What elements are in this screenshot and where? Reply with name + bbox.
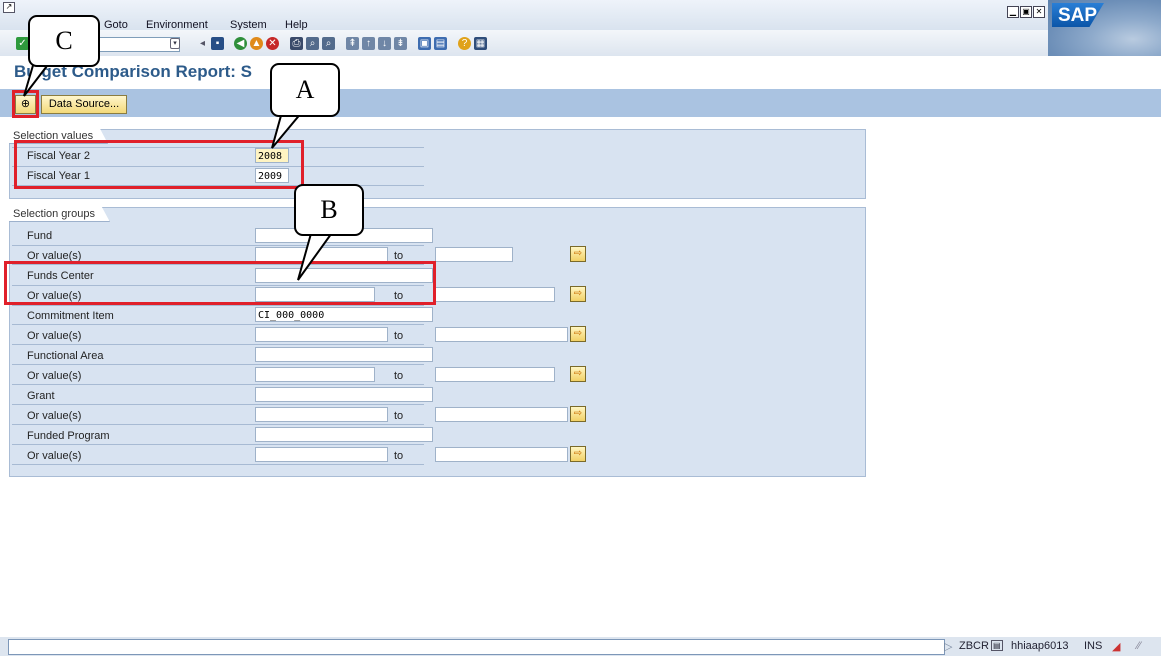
status-expand-icon[interactable]: ▷: [944, 640, 952, 653]
commitment-item-multiple-selection-icon[interactable]: ⇨: [570, 326, 586, 342]
functional-area-or-values-label: Or value(s): [27, 370, 82, 382]
maximize-icon[interactable]: ▣: [1020, 6, 1032, 18]
row-divider: [12, 464, 424, 465]
row-divider: [12, 384, 424, 385]
row-divider: [12, 344, 424, 345]
row-divider: [12, 245, 424, 246]
callout-a: A: [270, 63, 340, 117]
close-icon[interactable]: ✕: [1033, 6, 1045, 18]
commitment-item-to-label: to: [394, 330, 404, 342]
commitment-item-to-input[interactable]: [435, 327, 568, 342]
execute-highlight-box: [12, 90, 39, 118]
new-session-icon[interactable]: ▣: [418, 37, 431, 50]
grant-to-label: to: [394, 410, 404, 422]
status-mode: INS: [1084, 640, 1103, 652]
fund-multiple-selection-icon[interactable]: ⇨: [570, 246, 586, 262]
funded-program-from-input[interactable]: [255, 447, 388, 462]
back-icon[interactable]: ◀: [234, 37, 247, 50]
grant-or-values-label: Or value(s): [27, 410, 82, 422]
row-divider: [12, 444, 424, 445]
funds-center-multiple-selection-icon[interactable]: ⇨: [570, 286, 586, 302]
first-page-icon[interactable]: ⇞: [346, 37, 359, 50]
find-next-icon[interactable]: ⌕: [322, 37, 335, 50]
funded-program-to-input[interactable]: [435, 447, 568, 462]
functional-area-to-input[interactable]: [435, 367, 555, 382]
commitment-item-label: Commitment Item: [27, 310, 114, 322]
grant-input[interactable]: [255, 387, 433, 402]
window-menu-icon[interactable]: ↗: [3, 2, 15, 13]
previous-page-icon[interactable]: ↑: [362, 37, 375, 50]
next-page-icon[interactable]: ↓: [378, 37, 391, 50]
fund-to-input[interactable]: [435, 247, 513, 262]
print-icon[interactable]: ⎙: [290, 37, 303, 50]
minimize-icon[interactable]: ▁: [1007, 6, 1019, 18]
grant-label: Grant: [27, 390, 55, 402]
exit-icon[interactable]: ▲: [250, 37, 263, 50]
fiscal-year-highlight-box: [14, 140, 304, 189]
grant-multiple-selection-icon[interactable]: ⇨: [570, 406, 586, 422]
funds-center-highlight-box: [4, 261, 436, 305]
row-divider: [12, 404, 424, 405]
cancel-icon[interactable]: ✕: [266, 37, 279, 50]
command-history-icon[interactable]: ▾: [170, 38, 180, 49]
collapse-icon[interactable]: ◂: [196, 37, 209, 50]
sap-logo-text: SAP: [1058, 5, 1098, 26]
row-divider: [12, 324, 424, 325]
funded-program-multiple-selection-icon[interactable]: ⇨: [570, 446, 586, 462]
save-icon[interactable]: ▪: [211, 37, 224, 50]
funds-center-to-input[interactable]: [435, 287, 555, 302]
help-icon[interactable]: ?: [458, 37, 471, 50]
status-transaction: ZBCR: [959, 640, 989, 652]
row-divider: [12, 305, 424, 306]
commitment-item-from-input[interactable]: [255, 327, 388, 342]
grant-to-input[interactable]: [435, 407, 568, 422]
status-lock-icon: ◢: [1112, 641, 1121, 653]
functional-area-to-label: to: [394, 370, 404, 382]
find-icon[interactable]: ⌕: [306, 37, 319, 50]
resize-grip-icon[interactable]: ⁄⁄: [1137, 640, 1141, 652]
last-page-icon[interactable]: ⇟: [394, 37, 407, 50]
callout-c: C: [28, 15, 100, 67]
shortcut-icon[interactable]: ▤: [434, 37, 447, 50]
row-divider: [12, 424, 424, 425]
funded-program-input[interactable]: [255, 427, 433, 442]
selection-groups-title: Selection groups: [9, 207, 110, 222]
data-source-button[interactable]: Data Source...: [41, 95, 127, 114]
funded-program-or-values-label: Or value(s): [27, 450, 82, 462]
application-toolbar: [0, 89, 1161, 117]
status-system-info-icon[interactable]: ▤: [991, 640, 1003, 651]
funded-program-label: Funded Program: [27, 430, 110, 442]
row-divider: [12, 364, 424, 365]
functional-area-multiple-selection-icon[interactable]: ⇨: [570, 366, 586, 382]
fund-label: Fund: [27, 230, 53, 242]
sap-logo: SAP: [1048, 0, 1161, 56]
functional-area-input[interactable]: [255, 347, 433, 362]
status-server: hhiaap6013: [1011, 640, 1069, 652]
layout-menu-icon[interactable]: ▦: [474, 37, 487, 50]
status-message-field: [8, 639, 945, 655]
grant-from-input[interactable]: [255, 407, 388, 422]
commitment-item-or-values-label: Or value(s): [27, 330, 82, 342]
functional-area-label: Functional Area: [27, 350, 104, 362]
funded-program-to-label: to: [394, 450, 404, 462]
fund-from-input[interactable]: [255, 247, 388, 262]
functional-area-from-input[interactable]: [255, 367, 375, 382]
callout-b: B: [294, 184, 364, 236]
menu-bar: ↗ t Goto Environment System Help ▁ ▣ ✕: [0, 0, 1161, 31]
commitment-item-input[interactable]: CI_000_0000: [255, 307, 433, 322]
